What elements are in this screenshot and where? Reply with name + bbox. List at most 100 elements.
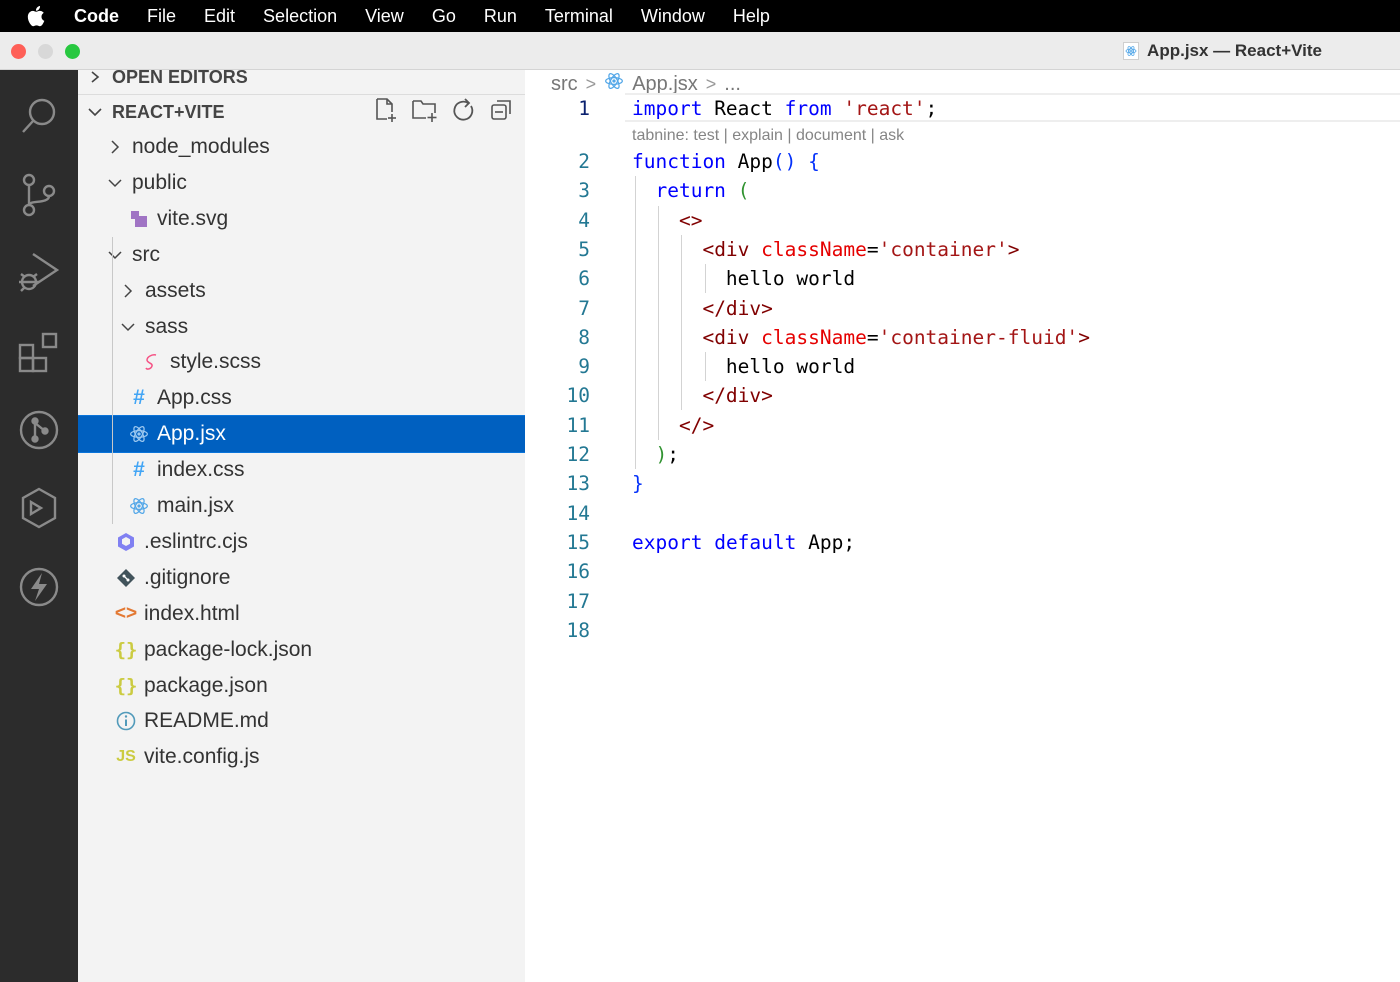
search-icon[interactable] <box>0 86 78 146</box>
code-token: <div <box>702 325 750 349</box>
code-token: = <box>866 325 879 349</box>
tree-file-row[interactable]: # App.css <box>78 380 525 416</box>
source-control-icon[interactable] <box>0 165 78 225</box>
menu-window[interactable]: Window <box>627 0 719 32</box>
tree-folder-row[interactable]: node_modules <box>78 129 525 165</box>
code-line[interactable]: 6 hello world <box>525 264 1400 293</box>
code-line[interactable]: 3 return ( <box>525 176 1400 205</box>
tree-file-row[interactable]: style.scss <box>78 344 525 380</box>
extensions-icon[interactable] <box>0 322 78 382</box>
line-number: 15 <box>566 530 590 554</box>
tree-item-label: index.css <box>157 458 245 482</box>
line-number: 18 <box>566 618 590 642</box>
collapse-all-icon[interactable] <box>489 97 515 128</box>
menu-terminal[interactable]: Terminal <box>531 0 627 32</box>
code-line[interactable]: 1 import React from 'react'; <box>525 94 1400 123</box>
remote-explorer-icon[interactable] <box>0 478 78 538</box>
menu-edit[interactable]: Edit <box>190 0 249 32</box>
window-title: App.jsx — React+Vite <box>1123 41 1322 61</box>
code-line[interactable]: 17 <box>525 587 1400 616</box>
menu-bar: Code File Edit Selection View Go Run Ter… <box>0 0 1400 32</box>
sass-file-icon <box>141 351 163 373</box>
code-line[interactable]: 2 function App() { <box>525 147 1400 176</box>
code-line[interactable]: 13} <box>525 469 1400 498</box>
refresh-icon[interactable] <box>451 97 477 128</box>
tabnine-hint[interactable]: tabnine: test | explain | document | ask <box>632 127 904 145</box>
new-file-icon[interactable] <box>373 97 399 128</box>
code-token: <> <box>678 208 703 232</box>
project-label: REACT+VITE <box>112 101 225 122</box>
tree-file-row[interactable]: README.md <box>78 703 525 739</box>
tree-file-row[interactable]: .eslintrc.cjs <box>78 524 525 560</box>
js-file-icon: JS <box>116 748 136 766</box>
minimize-window-button[interactable] <box>38 44 53 59</box>
json-file-icon: {} <box>114 638 138 661</box>
tree-item-label: App.css <box>157 386 232 410</box>
menu-selection[interactable]: Selection <box>249 0 351 32</box>
tree-folder-row[interactable]: assets <box>78 273 525 309</box>
code-line[interactable]: 12 ); <box>525 440 1400 469</box>
menu-view[interactable]: View <box>351 0 418 32</box>
menu-run[interactable]: Run <box>470 0 531 32</box>
tree-folder-row[interactable]: public <box>78 165 525 201</box>
line-number: 16 <box>566 560 590 584</box>
code-token: 'container-fluid' <box>878 325 1079 349</box>
code-line[interactable]: 10 </div> <box>525 381 1400 410</box>
code-line[interactable]: 9 hello world <box>525 352 1400 381</box>
open-editors-header[interactable]: OPEN EDITORS <box>78 70 525 94</box>
tree-file-row[interactable]: {} package-lock.json <box>78 632 525 668</box>
tree-folder-row[interactable]: src <box>78 237 525 273</box>
code-line[interactable]: 5 <div className='container'> <box>525 235 1400 264</box>
maximize-window-button[interactable] <box>65 44 80 59</box>
new-folder-icon[interactable] <box>411 97 439 128</box>
tree-item-label: main.jsx <box>157 494 235 517</box>
code-text: <> <box>632 209 702 232</box>
code-line[interactable]: 4 <> <box>525 206 1400 235</box>
react-file-icon <box>128 423 150 445</box>
activity-bar <box>0 70 78 982</box>
tree-file-row[interactable]: App.jsx <box>78 415 525 454</box>
apple-icon[interactable] <box>0 5 74 27</box>
tree-file-row[interactable]: .gitignore <box>78 560 525 596</box>
thunder-client-icon[interactable] <box>0 557 78 617</box>
menu-help[interactable]: Help <box>719 0 784 32</box>
breadcrumb-src[interactable]: src <box>551 73 578 96</box>
code-text: </> <box>632 414 714 437</box>
react-file-icon <box>1123 42 1140 60</box>
editor-pane: src > App.jsx > ... tabnine: test | expl… <box>525 70 1400 982</box>
tree-folder-row[interactable]: sass <box>78 309 525 345</box>
code-text: export default App; <box>632 531 855 554</box>
tree-file-row[interactable]: <> index.html <box>78 596 525 632</box>
tree-file-row[interactable]: {} package.json <box>78 668 525 704</box>
info-icon <box>115 710 137 732</box>
eslint-file-icon <box>115 531 137 553</box>
code-line[interactable]: 16 <box>525 557 1400 586</box>
tree-item-label: vite.config.js <box>144 745 260 769</box>
project-header[interactable]: REACT+VITE <box>78 95 525 129</box>
code-line[interactable]: 11 </> <box>525 411 1400 440</box>
tree-item-label: package.json <box>144 673 268 697</box>
tree-file-row[interactable]: vite.svg <box>78 201 525 237</box>
menu-file[interactable]: File <box>133 0 190 32</box>
run-debug-icon[interactable] <box>0 242 78 302</box>
tree-item-label: public <box>132 170 187 194</box>
git-graph-icon[interactable] <box>0 400 78 460</box>
tree-file-row[interactable]: JS vite.config.js <box>78 739 525 775</box>
line-number: 14 <box>566 501 590 525</box>
html-file-icon: <> <box>114 602 138 624</box>
code-line[interactable]: 18 <box>525 616 1400 645</box>
menu-code[interactable]: Code <box>74 0 133 32</box>
code-line[interactable]: 8 <div className='container-fluid'> <box>525 323 1400 352</box>
code-line[interactable]: 7 </div> <box>525 294 1400 323</box>
tree-file-row[interactable]: main.jsx <box>78 488 525 524</box>
menu-go[interactable]: Go <box>418 0 470 32</box>
chevron-right-icon <box>78 70 112 84</box>
code-line[interactable]: 15 export default App; <box>525 528 1400 557</box>
tree-file-row[interactable]: # index.css <box>78 452 525 488</box>
tree-item-label: node_modules <box>132 135 270 158</box>
code-line[interactable]: 14 <box>525 499 1400 528</box>
code-text: } <box>632 472 644 495</box>
svg-file-icon <box>128 208 150 230</box>
code-text: hello world <box>632 355 855 378</box>
close-window-button[interactable] <box>11 44 26 59</box>
